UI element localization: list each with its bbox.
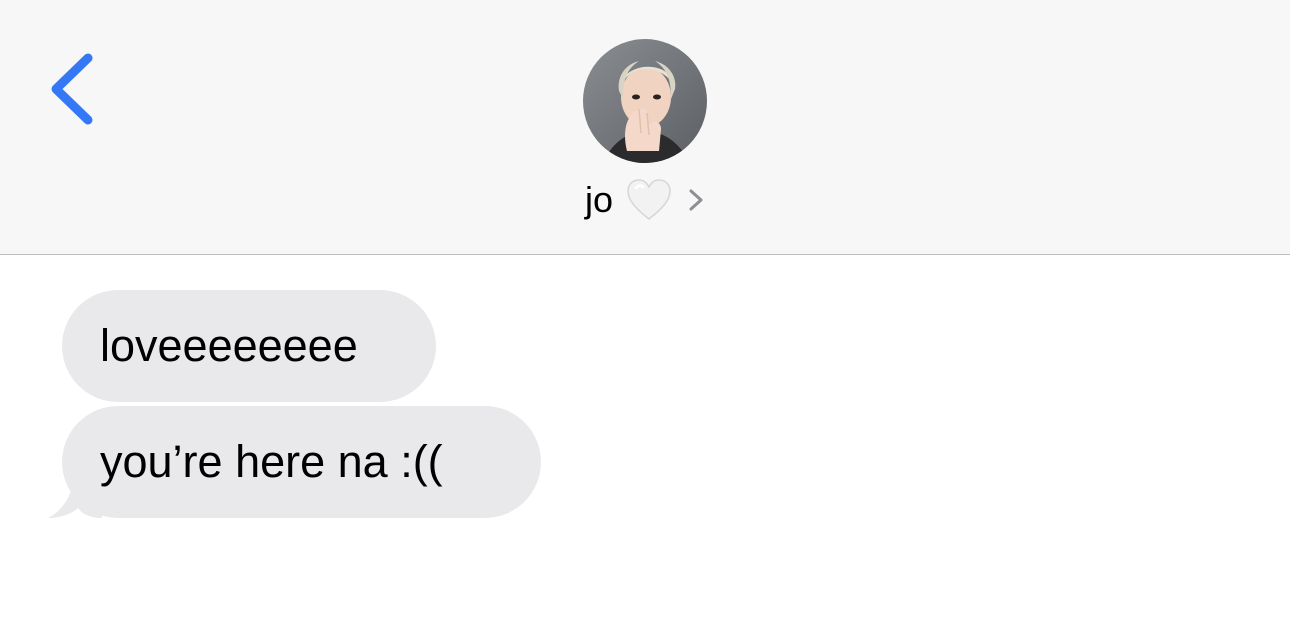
message-text: loveeeeeeee <box>100 320 358 371</box>
avatar[interactable] <box>583 39 707 163</box>
contact-info-button[interactable]: jo <box>0 172 1290 228</box>
contact-photo <box>583 39 707 163</box>
message-bubble[interactable]: you’re here na :(( <box>62 406 541 518</box>
conversation-header: jo <box>0 0 1290 255</box>
message-text: you’re here na :(( <box>100 436 443 487</box>
chevron-right-icon <box>687 185 705 215</box>
message-bubble[interactable]: loveeeeeeee <box>62 290 436 402</box>
chevron-left-icon <box>51 53 93 125</box>
back-button[interactable] <box>40 44 104 134</box>
white-heart-icon <box>625 178 673 222</box>
contact-name: jo <box>584 179 614 220</box>
